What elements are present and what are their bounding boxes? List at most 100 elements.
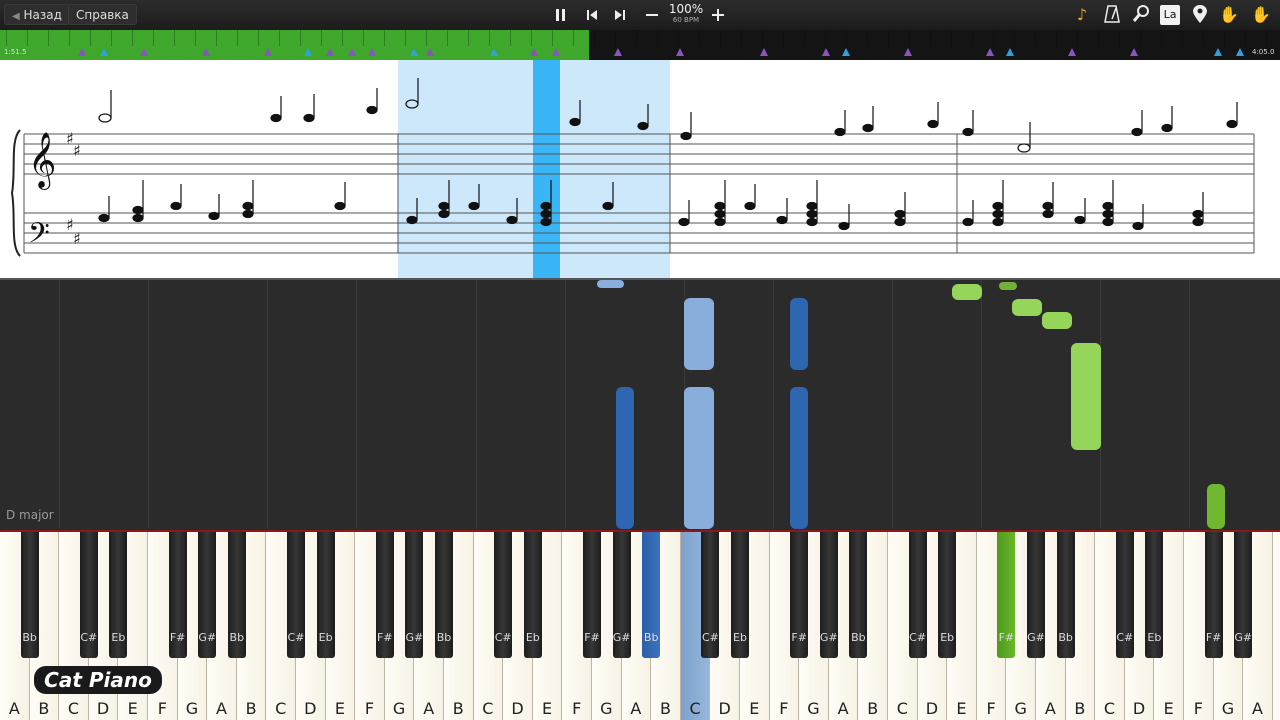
- timeline-tick: [48, 30, 49, 46]
- black-key[interactable]: Bb: [435, 532, 453, 658]
- key-label: G: [807, 699, 820, 718]
- plus-icon: [712, 9, 724, 21]
- black-key[interactable]: Eb: [1145, 532, 1164, 658]
- timeline-marker: [904, 48, 912, 56]
- current-time: 1:51.5: [4, 48, 27, 56]
- score-staff: 𝄞 𝄢 ♯♯ ♯♯: [10, 60, 1255, 278]
- key-label: G#: [612, 631, 631, 644]
- black-key[interactable]: C#: [287, 532, 305, 658]
- next-button[interactable]: [610, 2, 630, 28]
- hand-icon[interactable]: ✋: [1218, 4, 1240, 26]
- key-label: G: [392, 699, 406, 718]
- key-label: A: [8, 699, 20, 718]
- key-label: E: [956, 699, 967, 718]
- timeline-marker: [326, 48, 334, 56]
- timeline-scrubber[interactable]: 1:51.5 4:05.0: [0, 30, 1280, 60]
- key-label: C: [689, 699, 701, 718]
- black-key[interactable]: F#: [790, 532, 809, 658]
- note-icon[interactable]: ♪: [1071, 4, 1093, 26]
- key-label: Eb: [525, 631, 540, 644]
- key-label: B: [659, 699, 671, 718]
- piano-roll: D major: [0, 278, 1280, 530]
- key-label: A: [837, 699, 849, 718]
- black-key[interactable]: G#: [612, 532, 631, 658]
- timeline-tick: [69, 30, 70, 46]
- key-label: Eb: [111, 631, 126, 644]
- magnifier-icon[interactable]: [1130, 4, 1152, 26]
- piano-keyboard: ABCDEFGABCDEFGABCDEFGABCDEFGABCDEFGABCDE…: [0, 532, 1280, 720]
- black-key[interactable]: G#: [1234, 532, 1253, 658]
- timeline-tick: [972, 30, 973, 46]
- la-icon[interactable]: La: [1160, 5, 1180, 25]
- timeline-tick: [1245, 30, 1246, 46]
- grid-line: [148, 280, 149, 528]
- key-label: C#: [287, 631, 305, 644]
- grid-line: [892, 280, 893, 528]
- key-label: E: [749, 699, 760, 718]
- tempo-increase-button[interactable]: [708, 2, 728, 28]
- black-key[interactable]: C#: [494, 532, 513, 658]
- sheet-music: 𝄞 𝄢 ♯ ♯ ♯ ♯: [0, 60, 1280, 278]
- black-key[interactable]: Bb: [642, 532, 661, 658]
- key-label: F#: [998, 631, 1015, 644]
- timeline-tick: [657, 30, 658, 46]
- black-key[interactable]: F#: [168, 532, 187, 658]
- white-key[interactable]: B: [1272, 532, 1280, 720]
- black-key[interactable]: Bb: [1056, 532, 1075, 658]
- black-key[interactable]: C#: [701, 532, 720, 658]
- black-key[interactable]: C#: [1115, 532, 1134, 658]
- black-key[interactable]: G#: [1027, 532, 1045, 658]
- black-key[interactable]: Eb: [523, 532, 542, 658]
- black-key[interactable]: F#: [583, 532, 601, 658]
- chevron-left-icon: ◀: [12, 11, 20, 22]
- key-label: A: [216, 699, 227, 718]
- timeline-tick: [1056, 30, 1057, 46]
- black-key[interactable]: Eb: [109, 532, 128, 658]
- black-key[interactable]: Eb: [938, 532, 957, 658]
- black-key[interactable]: Bb: [20, 532, 39, 658]
- black-key[interactable]: F#: [375, 532, 394, 658]
- black-key[interactable]: Eb: [731, 532, 749, 658]
- black-key[interactable]: F#: [1204, 532, 1223, 658]
- timeline-marker: [676, 48, 684, 56]
- timeline-tick: [699, 30, 700, 46]
- timeline-tick: [1182, 30, 1183, 46]
- black-key[interactable]: G#: [198, 532, 217, 658]
- falling-note: [1012, 299, 1042, 316]
- timeline-tick: [489, 30, 490, 46]
- falling-note: [999, 282, 1017, 290]
- timeline-marker: [264, 48, 272, 56]
- timeline-tick: [405, 30, 406, 46]
- black-key[interactable]: Eb: [316, 532, 335, 658]
- grid-line: [565, 280, 566, 528]
- black-key[interactable]: G#: [405, 532, 424, 658]
- hand-icon[interactable]: ✋: [1250, 4, 1272, 26]
- key-label: Eb: [1147, 631, 1162, 644]
- grid-line: [773, 280, 774, 528]
- key-signature-label: D major: [6, 508, 54, 522]
- key-label: C: [275, 699, 287, 718]
- previous-button[interactable]: [582, 2, 602, 28]
- timeline-marker: [986, 48, 994, 56]
- black-key[interactable]: Bb: [227, 532, 246, 658]
- timeline-marker: [78, 48, 86, 56]
- map-pin-icon[interactable]: [1189, 4, 1211, 26]
- timeline-tick: [426, 30, 427, 46]
- key-label: C: [482, 699, 494, 718]
- black-key[interactable]: C#: [908, 532, 927, 658]
- tempo-decrease-button[interactable]: [642, 2, 662, 28]
- timeline-tick: [363, 30, 364, 46]
- black-key[interactable]: F#: [997, 532, 1016, 658]
- pause-button[interactable]: [551, 2, 571, 28]
- timeline-marker: [760, 48, 768, 56]
- svg-text:♯: ♯: [73, 141, 81, 160]
- help-button[interactable]: Справка: [68, 4, 137, 25]
- key-label: D: [925, 699, 939, 718]
- back-button[interactable]: ◀ Назад: [4, 4, 70, 25]
- black-key[interactable]: Bb: [849, 532, 868, 658]
- black-key[interactable]: C#: [79, 532, 98, 658]
- metronome-icon[interactable]: [1101, 4, 1123, 26]
- key-label: B: [1074, 699, 1086, 718]
- key-label: E: [334, 699, 345, 718]
- black-key[interactable]: G#: [819, 532, 838, 658]
